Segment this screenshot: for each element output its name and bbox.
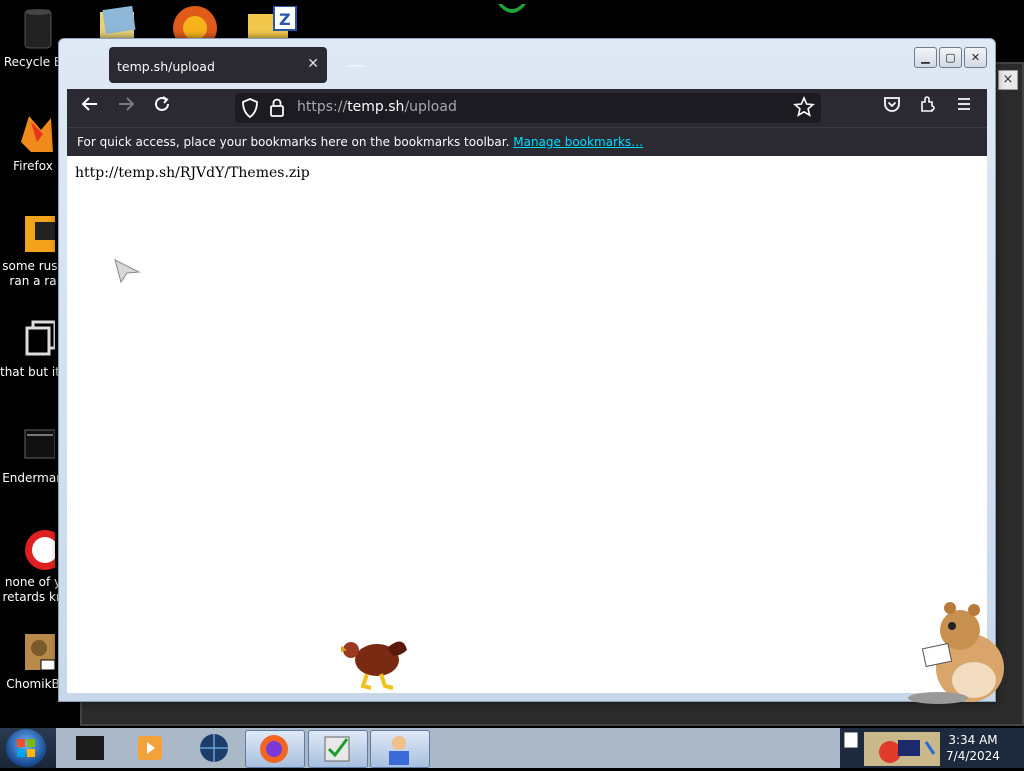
- tab-title: temp.sh/upload: [117, 59, 215, 74]
- desktop-icon-label: Recycle B: [3, 55, 63, 69]
- browser-icon: [25, 530, 65, 570]
- tab-temp-sh[interactable]: temp.sh/upload ✕: [109, 47, 327, 83]
- extensions-button[interactable]: [915, 95, 941, 121]
- checklist-icon: [324, 736, 350, 762]
- media-player-icon[interactable]: [172, 4, 218, 38]
- page-content: http://temp.sh/RJVdY/Themes.zip: [67, 156, 987, 693]
- bookmarks-toolbar-message: For quick access, place your bookmarks h…: [77, 135, 643, 149]
- folder-icon: [25, 216, 55, 252]
- chicken-sprite-icon: [341, 641, 407, 690]
- forward-arrow-icon: [119, 97, 135, 111]
- new-tab-icon[interactable]: —: [347, 55, 367, 76]
- desktop-icon-label: Enderman: [2, 471, 64, 485]
- start-button[interactable]: [6, 729, 46, 767]
- lock-icon[interactable]: [269, 97, 285, 119]
- url-path: /upload: [404, 99, 457, 115]
- windows-logo-icon: [17, 739, 35, 757]
- forward-button[interactable]: [113, 95, 139, 121]
- pocket-button[interactable]: [879, 95, 905, 121]
- desktop-icon-label: some russ ran a ra: [2, 259, 64, 288]
- desktop-icon-folder[interactable]: some russ ran a ra: [0, 212, 66, 289]
- taskbar-globe[interactable]: [186, 730, 244, 766]
- zip-folder-icon[interactable]: Z: [248, 6, 298, 38]
- desktop-icon-label: none of y retards kn: [2, 575, 64, 604]
- taskbar-firefox[interactable]: [245, 730, 305, 768]
- url-bar[interactable]: https://temp.sh/upload: [235, 93, 821, 123]
- hamburger-menu-icon: [958, 98, 970, 110]
- firefox-icon: [260, 735, 288, 763]
- media-player-icon: [138, 736, 162, 760]
- desktop-decoration-icon: [498, 4, 526, 13]
- document-icon: [25, 320, 57, 356]
- taskbar-terminal[interactable]: [62, 730, 120, 766]
- desktop-icon-recycle-bin[interactable]: Recycle B: [0, 8, 66, 70]
- tab-strip: temp.sh/upload ✕ —: [67, 47, 919, 89]
- back-button[interactable]: [77, 95, 103, 121]
- recycle-bin-icon: [24, 9, 52, 49]
- svg-text:Z: Z: [279, 10, 291, 29]
- url-host: temp.sh: [347, 99, 405, 115]
- clock-time: 3:34 AM: [948, 733, 998, 747]
- maximize-button[interactable]: ▢: [939, 47, 962, 68]
- person-icon: [389, 736, 409, 765]
- taskbar-media-player[interactable]: [122, 730, 180, 766]
- desktop-icon-label: that but its: [0, 365, 66, 379]
- url-text: https://temp.sh/upload: [297, 99, 457, 115]
- close-button[interactable]: ✕: [964, 47, 987, 68]
- terminal-icon: [76, 736, 104, 760]
- bookmark-star-icon[interactable]: [793, 96, 815, 118]
- firefox-icon: [21, 116, 53, 152]
- hamster-icon: [25, 634, 56, 671]
- globe-icon: [200, 734, 228, 762]
- desktop-icon-chomikbox[interactable]: ChomikB: [0, 630, 66, 692]
- bookmarks-hint-text: For quick access, place your bookmarks h…: [77, 135, 510, 149]
- desktop-icon-label: Firefox: [13, 159, 53, 173]
- desktop-icon-document[interactable]: that but its: [0, 318, 66, 380]
- tray-apps-icon[interactable]: [864, 732, 940, 766]
- reload-button[interactable]: [149, 95, 175, 121]
- pocket-icon: [884, 97, 900, 112]
- puzzle-piece-icon: [921, 96, 935, 112]
- clock-date: 7/4/2024: [946, 749, 1000, 763]
- taskbar-user-app[interactable]: [370, 730, 430, 768]
- desktop-icon-firefox[interactable]: Firefox: [0, 112, 66, 174]
- tab-close-icon[interactable]: ✕: [307, 56, 319, 72]
- background-window-close-button[interactable]: ×: [998, 70, 1018, 90]
- window-controls: ▁ ▢ ✕: [914, 47, 987, 68]
- notification-icon[interactable]: [842, 730, 860, 750]
- hamster-sprite-icon: [908, 602, 1004, 704]
- taskbar-clock[interactable]: 3:34 AM 7/4/2024: [942, 732, 1004, 764]
- browser-window: ▁ ▢ ✕ temp.sh/upload ✕ — https://temp.sh…: [58, 38, 996, 702]
- back-arrow-icon: [81, 97, 97, 111]
- monitor-icon: [24, 429, 56, 459]
- navigation-toolbar: https://temp.sh/upload: [67, 89, 987, 127]
- documents-icon[interactable]: [96, 6, 140, 38]
- url-scheme: https://: [297, 99, 348, 115]
- mouse-cursor-icon: [114, 259, 141, 284]
- bookmarks-toolbar: For quick access, place your bookmarks h…: [67, 127, 987, 156]
- reload-icon: [155, 96, 169, 111]
- taskbar-checklist[interactable]: [308, 730, 368, 768]
- tracking-protection-shield-icon[interactable]: [241, 97, 259, 119]
- manage-bookmarks-link[interactable]: Manage bookmarks…: [513, 135, 643, 149]
- desktop-icon-label: ChomikB: [6, 677, 60, 691]
- upload-result-url[interactable]: http://temp.sh/RJVdY/Themes.zip: [75, 165, 310, 181]
- menu-button[interactable]: [951, 95, 977, 121]
- desktop-icon-browser[interactable]: none of y retards kn: [0, 528, 66, 605]
- desktop-icon-enderman[interactable]: Enderman: [0, 424, 66, 486]
